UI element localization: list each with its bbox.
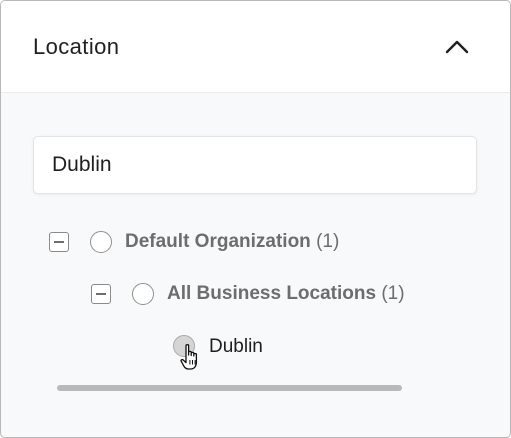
tree-node-label[interactable]: All Business Locations (1) xyxy=(167,283,405,305)
tree-node-dublin: Dublin xyxy=(1,332,510,362)
location-search-input[interactable] xyxy=(33,136,477,194)
collapse-icon[interactable] xyxy=(49,232,69,252)
tree-node-all-business-locations: All Business Locations (1) xyxy=(1,279,510,309)
location-filter-panel: Location Default Organization (1) All Bu… xyxy=(0,0,511,438)
radio-default-organization[interactable] xyxy=(90,231,112,253)
tree-node-label[interactable]: Default Organization (1) xyxy=(125,231,339,253)
collapse-icon[interactable] xyxy=(91,284,111,304)
tree-node-name: All Business Locations xyxy=(167,283,377,304)
chevron-up-icon[interactable] xyxy=(443,37,471,55)
tree-node-default-organization: Default Organization (1) xyxy=(1,227,510,257)
tree-node-count: (1) xyxy=(316,231,340,252)
tree-node-name: Default Organization xyxy=(125,231,311,252)
horizontal-scrollbar[interactable] xyxy=(57,385,402,391)
tree-leaf-label[interactable]: Dublin xyxy=(209,336,263,358)
tree-node-count: (1) xyxy=(381,283,405,304)
panel-title: Location xyxy=(33,34,120,59)
radio-all-business-locations[interactable] xyxy=(132,283,154,305)
location-panel-header[interactable]: Location xyxy=(1,1,510,93)
hand-pointer-cursor-icon xyxy=(180,344,198,370)
